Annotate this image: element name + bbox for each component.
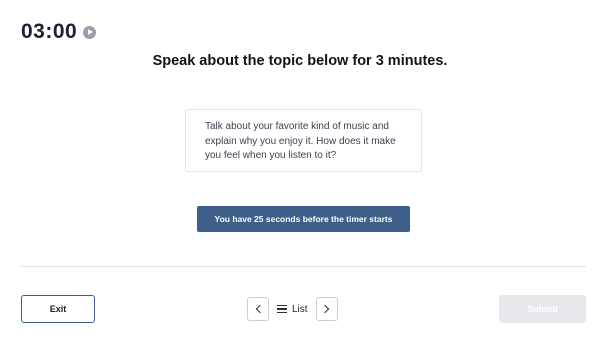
- submit-button[interactable]: Submit: [499, 295, 586, 323]
- timer: 03:00: [21, 20, 97, 44]
- exit-button[interactable]: Exit: [21, 295, 95, 323]
- topic-text: Talk about your favorite kind of music a…: [205, 121, 396, 161]
- question-navigation: List: [247, 297, 338, 321]
- previous-button[interactable]: [247, 297, 269, 321]
- list-button[interactable]: List: [277, 304, 308, 315]
- timer-display: 03:00: [21, 20, 78, 43]
- list-icon: [277, 305, 287, 313]
- chevron-right-icon: [320, 304, 330, 314]
- next-button[interactable]: [315, 297, 338, 321]
- prompt-title: Speak about the topic below for 3 minute…: [152, 53, 448, 69]
- play-icon[interactable]: [83, 25, 97, 39]
- chevron-left-icon: [255, 304, 264, 314]
- topic-card: Talk about your favorite kind of music a…: [185, 109, 422, 172]
- footer-divider: [21, 266, 586, 267]
- list-label: List: [292, 303, 308, 315]
- countdown-banner: You have 25 seconds before the timer sta…: [197, 206, 410, 232]
